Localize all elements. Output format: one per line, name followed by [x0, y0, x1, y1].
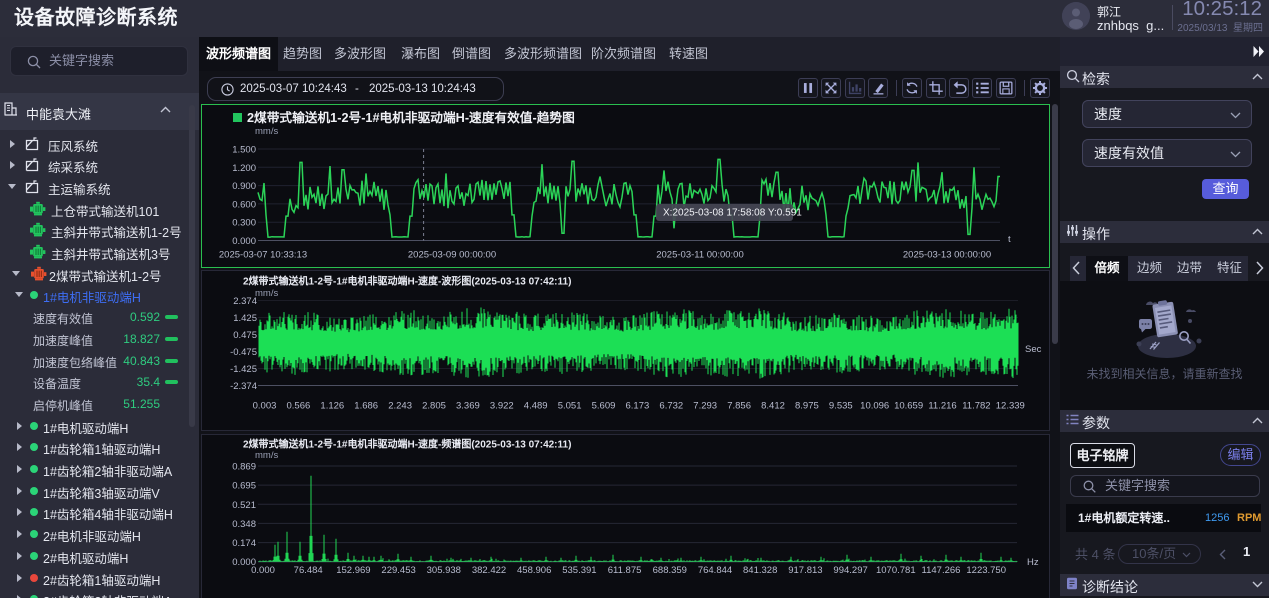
- svg-text:10.659: 10.659: [894, 401, 923, 412]
- svg-text:9.535: 9.535: [829, 401, 853, 412]
- svg-text:1.126: 1.126: [320, 401, 344, 412]
- svg-text:6.732: 6.732: [659, 401, 683, 412]
- svg-text:2煤带式输送机1-2号-1#电机非驱动端H-速度-频谱图(2: 2煤带式输送机1-2号-1#电机非驱动端H-速度-频谱图(2025-03-13 …: [243, 438, 571, 451]
- svg-text:mm/s: mm/s: [255, 450, 278, 461]
- svg-text:1.686: 1.686: [354, 401, 378, 412]
- svg-text:3.922: 3.922: [490, 401, 514, 412]
- svg-text:Hz: Hz: [1027, 557, 1039, 568]
- svg-text:3.369: 3.369: [456, 401, 480, 412]
- svg-text:mm/s: mm/s: [255, 126, 278, 137]
- svg-text:0.300: 0.300: [232, 218, 256, 229]
- svg-text:1223.750: 1223.750: [966, 565, 1006, 576]
- svg-text:2025-03-11 00:00:00: 2025-03-11 00:00:00: [656, 250, 744, 261]
- svg-text:11.782: 11.782: [962, 401, 990, 412]
- svg-text:1.200: 1.200: [232, 163, 256, 174]
- svg-text:0.869: 0.869: [232, 462, 256, 473]
- svg-text:0.566: 0.566: [287, 401, 311, 412]
- svg-text:458.906: 458.906: [517, 565, 551, 576]
- svg-text:0.475: 0.475: [233, 330, 257, 341]
- svg-text:2.243: 2.243: [388, 401, 412, 412]
- svg-text:7.856: 7.856: [727, 401, 751, 412]
- svg-text:12.339: 12.339: [996, 401, 1025, 412]
- svg-text:Sec: Sec: [1025, 344, 1042, 355]
- svg-text:4.489: 4.489: [524, 401, 548, 412]
- svg-text:0.174: 0.174: [232, 538, 256, 549]
- svg-text:2025-03-13 00:00:00: 2025-03-13 00:00:00: [903, 250, 991, 261]
- svg-text:0.521: 0.521: [232, 500, 256, 511]
- svg-text:2.805: 2.805: [422, 401, 446, 412]
- svg-text:mm/s: mm/s: [255, 288, 278, 299]
- svg-text:11.216: 11.216: [928, 401, 956, 412]
- svg-text:X:2025-03-08 17:58:08 Y:0.591: X:2025-03-08 17:58:08 Y:0.591: [663, 208, 802, 219]
- svg-text:994.297: 994.297: [833, 565, 867, 576]
- svg-text:5.051: 5.051: [558, 401, 582, 412]
- svg-text:1.425: 1.425: [233, 313, 257, 324]
- svg-text:0.348: 0.348: [232, 519, 256, 530]
- svg-text:2煤带式输送机1-2号-1#电机非驱动端H-速度有效值-趋势: 2煤带式输送机1-2号-1#电机非驱动端H-速度有效值-趋势图: [247, 110, 575, 125]
- svg-text:2025-03-09 00:00:00: 2025-03-09 00:00:00: [408, 250, 496, 261]
- svg-text:382.422: 382.422: [472, 565, 506, 576]
- svg-text:305.938: 305.938: [427, 565, 461, 576]
- svg-text:0.000: 0.000: [232, 236, 256, 247]
- svg-text:2煤带式输送机1-2号-1#电机非驱动端H-速度-波形图(2: 2煤带式输送机1-2号-1#电机非驱动端H-速度-波形图(2025-03-13 …: [243, 275, 571, 288]
- svg-text:2.374: 2.374: [233, 296, 257, 307]
- svg-text:7.293: 7.293: [693, 401, 717, 412]
- svg-text:5.609: 5.609: [592, 401, 616, 412]
- svg-text:6.173: 6.173: [626, 401, 650, 412]
- svg-text:0.695: 0.695: [232, 481, 256, 492]
- svg-text:611.875: 611.875: [608, 565, 642, 576]
- svg-text:10.096: 10.096: [860, 401, 889, 412]
- svg-text:0.600: 0.600: [232, 199, 256, 210]
- svg-text:-2.374: -2.374: [230, 381, 257, 392]
- svg-text:0.000: 0.000: [251, 565, 275, 576]
- svg-text:229.453: 229.453: [381, 565, 415, 576]
- svg-text:152.969: 152.969: [336, 565, 370, 576]
- svg-text:2025-03-07 10:33:13: 2025-03-07 10:33:13: [219, 250, 307, 261]
- svg-text:0.900: 0.900: [232, 181, 256, 192]
- svg-text:688.359: 688.359: [653, 565, 687, 576]
- svg-text:764.844: 764.844: [698, 565, 732, 576]
- svg-text:t: t: [1008, 234, 1011, 245]
- svg-text:1147.266: 1147.266: [922, 565, 961, 576]
- svg-text:535.391: 535.391: [562, 565, 596, 576]
- svg-text:76.484: 76.484: [294, 565, 323, 576]
- svg-text:1070.781: 1070.781: [876, 565, 916, 576]
- svg-text:8.975: 8.975: [795, 401, 819, 412]
- svg-text:8.412: 8.412: [761, 401, 785, 412]
- svg-text:1.500: 1.500: [232, 145, 256, 156]
- svg-text:841.328: 841.328: [743, 565, 777, 576]
- svg-text:0.003: 0.003: [253, 401, 277, 412]
- svg-text:917.813: 917.813: [788, 565, 822, 576]
- svg-text:-0.475: -0.475: [230, 347, 257, 358]
- svg-text:-1.425: -1.425: [230, 364, 257, 375]
